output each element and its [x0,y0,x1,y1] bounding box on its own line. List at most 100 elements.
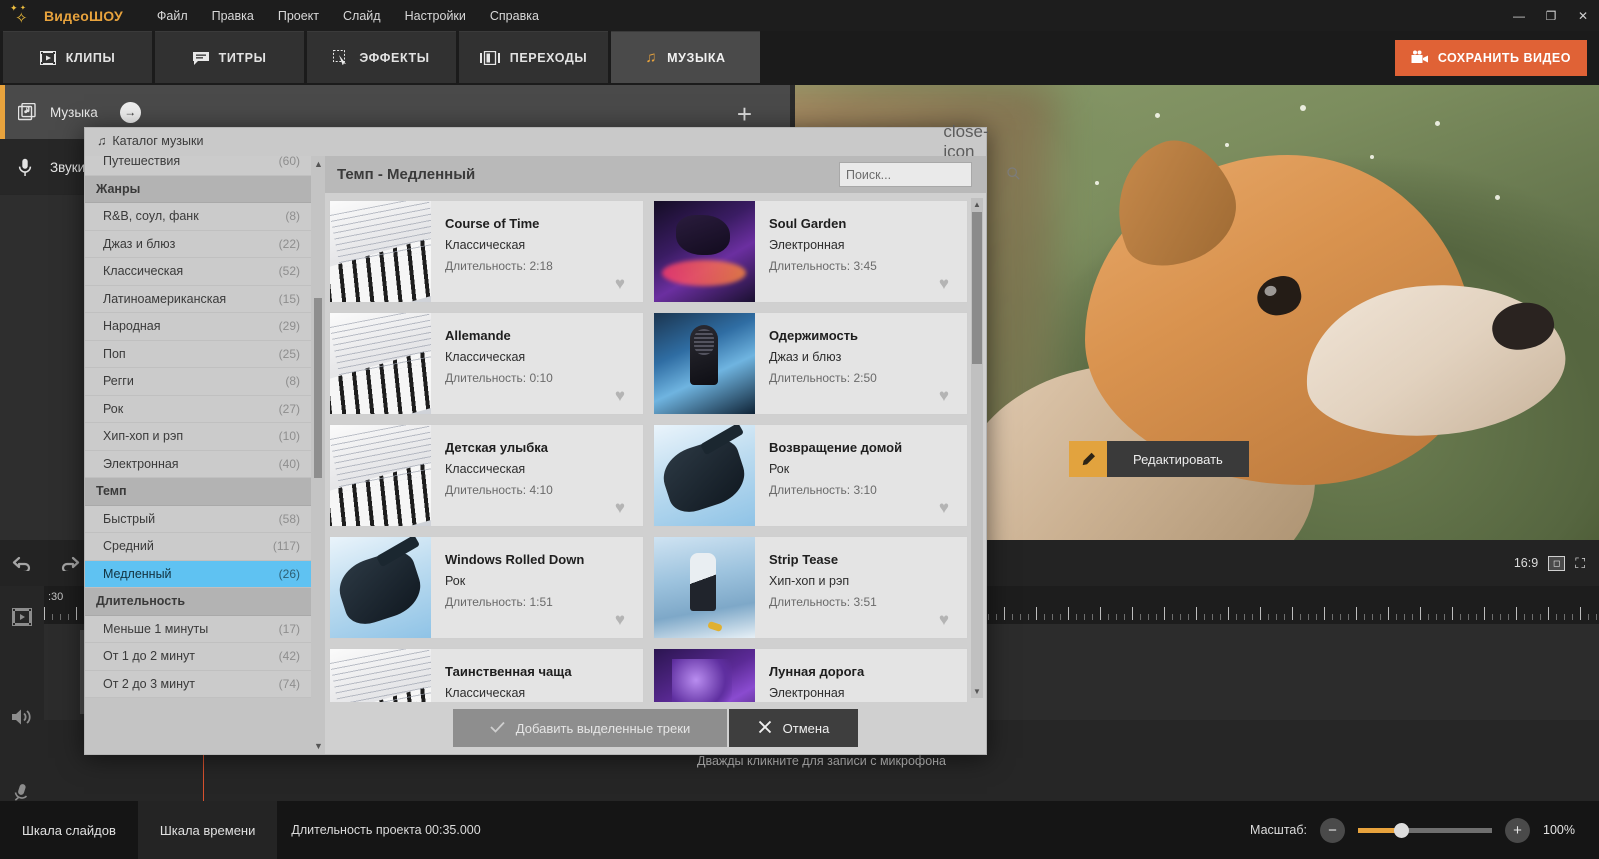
category-item-count: (8) [285,374,300,388]
favorite-heart-icon[interactable]: ♥ [615,499,625,516]
track-card[interactable]: Таинственная чащаКлассическая [329,648,644,702]
category-item[interactable]: Хип-хоп и рэп(10) [85,423,311,451]
track-genre: Рок [445,574,643,588]
maximize-icon[interactable]: ❐ [1535,0,1567,31]
category-item[interactable]: R&B, соул, фанк(8) [85,203,311,231]
audio-track-hint: Дважды кликните для записи с микрофона [697,754,946,768]
category-item-label: Народная [103,319,161,333]
track-card[interactable]: Лунная дорога Электронная [653,648,968,702]
chevron-up-icon[interactable]: ▲ [313,158,324,170]
menu-slide[interactable]: Слайд [331,4,393,28]
sidebar-scrollbar[interactable]: ▲ ▼ [311,156,325,754]
tab-music[interactable]: ♫ МУЗЫКА [611,31,760,83]
track-artwork [330,201,431,302]
category-item[interactable]: Рок(27) [85,396,311,424]
track-title: Детская улыбка [445,440,643,455]
track-card[interactable]: Возвращение домойРокДлительность: 3:10♥ [653,424,968,527]
category-item[interactable]: Путешествия(60) [85,156,311,176]
preview-dog-image [995,125,1595,540]
cancel-button[interactable]: Отмена [729,709,858,747]
tab-effects[interactable]: ЭФФЕКТЫ [307,31,456,83]
category-item[interactable]: Быстрый(58) [85,506,311,534]
category-item-label: Поп [103,347,126,361]
video-track-icon[interactable] [0,586,44,648]
microphone-icon [18,158,44,177]
tab-time-scale[interactable]: Шкала времени [138,801,278,859]
chevron-up-icon[interactable]: ▲ [972,199,982,210]
tab-transitions[interactable]: ПЕРЕХОДЫ [459,31,608,83]
close-icon[interactable]: ✕ [1567,0,1599,31]
search-box[interactable] [839,162,972,187]
track-title: Course of Time [445,216,643,231]
window-controls: — ❐ ✕ [1503,0,1599,31]
favorite-heart-icon[interactable]: ♥ [615,387,625,404]
dialog-close-icon[interactable]: close-icon [955,132,977,152]
track-grid-wrap[interactable]: Course of TimeКлассическаяДлительность: … [325,193,986,702]
arrow-right-icon[interactable]: → [120,102,141,123]
grid-scroll-thumb[interactable] [972,212,982,364]
menu-settings[interactable]: Настройки [393,4,478,28]
category-item[interactable]: Регги(8) [85,368,311,396]
category-list[interactable]: Путешествия(60)ЖанрыR&B, соул, фанк(8)Дж… [85,156,311,754]
favorite-heart-icon[interactable]: ♥ [615,275,625,292]
category-item[interactable]: Поп(25) [85,341,311,369]
menu-help[interactable]: Справка [478,4,551,28]
track-title: Лунная дорога [769,664,967,679]
category-item[interactable]: Народная(29) [85,313,311,341]
category-item[interactable]: Классическая(52) [85,258,311,286]
category-item[interactable]: Меньше 1 минуты(17) [85,616,311,644]
tab-clips[interactable]: КЛИПЫ [3,31,152,83]
search-icon[interactable] [1007,167,1020,183]
menu-file[interactable]: Файл [145,4,200,28]
zoom-slider[interactable] [1358,828,1492,833]
volume-icon[interactable] [0,686,44,748]
add-music-button[interactable]: + [737,101,752,127]
search-input[interactable] [846,168,1007,182]
track-card[interactable]: ОдержимостьДжаз и блюзДлительность: 2:50… [653,312,968,415]
track-card[interactable]: Детская улыбкаКлассическаяДлительность: … [329,424,644,527]
favorite-heart-icon[interactable]: ♥ [615,611,625,628]
category-item[interactable]: Медленный(26) [85,561,311,589]
title-bar: ✦✦✧ ВидеоШОУ Файл Правка Проект Слайд На… [0,0,1599,31]
track-card[interactable]: Windows Rolled DownРокДлительность: 1:51… [329,536,644,639]
chevron-down-icon[interactable]: ▼ [972,686,982,697]
category-item[interactable]: Латиноамериканская(15) [85,286,311,314]
tab-titles[interactable]: ТИТРЫ [155,31,304,83]
track-artwork [654,537,755,638]
track-card[interactable]: Strip TeaseХип-хоп и рэпДлительность: 3:… [653,536,968,639]
menu-edit[interactable]: Правка [200,4,266,28]
track-card[interactable]: Course of TimeКлассическаяДлительность: … [329,200,644,303]
zoom-slider-knob[interactable] [1394,823,1409,838]
category-item[interactable]: Джаз и блюз(22) [85,231,311,259]
category-item[interactable]: От 2 до 3 минут(74) [85,671,311,699]
menu-project[interactable]: Проект [266,4,331,28]
favorite-heart-icon[interactable]: ♥ [939,611,949,628]
favorite-heart-icon[interactable]: ♥ [939,499,949,516]
tab-slide-scale[interactable]: Шкала слайдов [0,801,138,859]
sidebar-scroll-thumb[interactable] [314,298,322,478]
chevron-down-icon[interactable]: ▼ [313,740,324,752]
zoom-out-button[interactable]: − [1320,818,1345,843]
track-card[interactable]: AllemandeКлассическаяДлительность: 0:10♥ [329,312,644,415]
track-title: Strip Tease [769,552,967,567]
category-item[interactable]: От 1 до 2 минут(42) [85,643,311,671]
favorite-heart-icon[interactable]: ♥ [939,275,949,292]
project-duration: Длительность проекта 00:35.000 [291,823,480,837]
minimize-icon[interactable]: — [1503,0,1535,31]
add-selected-tracks-button[interactable]: Добавить выделенные треки [453,709,727,747]
undo-icon[interactable] [0,540,46,586]
save-video-button[interactable]: СОХРАНИТЬ ВИДЕО [1395,40,1587,76]
favorite-heart-icon[interactable]: ♥ [939,387,949,404]
category-item[interactable]: Электронная(40) [85,451,311,479]
edit-button[interactable]: Редактировать [1069,441,1249,477]
category-item[interactable]: Средний(117) [85,533,311,561]
snapshot-icon[interactable]: ◻ [1548,556,1565,571]
cancel-button-label: Отмена [783,721,830,736]
fullscreen-icon[interactable]: ⛶ [1575,555,1585,572]
track-genre: Электронная [769,686,967,700]
track-card[interactable]: Soul GardenЭлектроннаяДлительность: 3:45… [653,200,968,303]
track-title: Soul Garden [769,216,967,231]
track-grid-scrollbar[interactable]: ▲ ▼ [971,198,983,698]
close-icon [758,720,772,737]
zoom-in-button[interactable]: + [1505,818,1530,843]
